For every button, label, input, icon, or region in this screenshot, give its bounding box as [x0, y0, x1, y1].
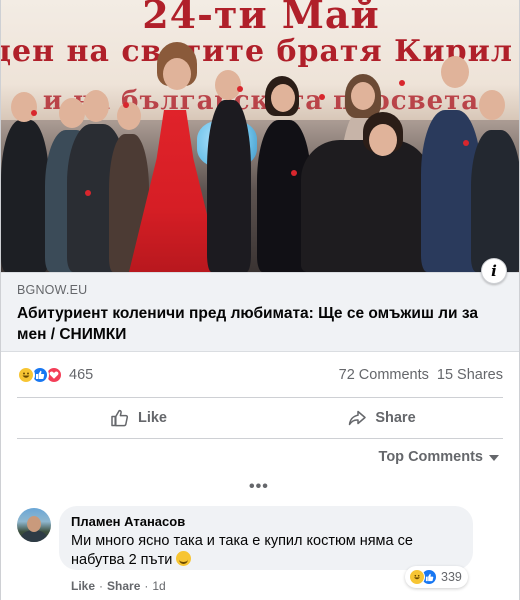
- comments-sort-dropdown[interactable]: Top Comments: [379, 449, 499, 465]
- link-domain: BGNOW.EU: [17, 283, 88, 297]
- banner-text-line2: ден на светите братя Кирил и Методий: [1, 34, 519, 69]
- comments-count-link[interactable]: 72 Comments: [339, 367, 429, 383]
- more-options-icon[interactable]: •••: [249, 478, 269, 496]
- confetti: [319, 94, 325, 100]
- man-head: [369, 124, 397, 156]
- confetti: [237, 86, 243, 92]
- person-head: [215, 70, 241, 100]
- post-actions: Like Share: [17, 402, 503, 434]
- shares-count-link[interactable]: 15 Shares: [437, 367, 503, 383]
- person-silhouette: [471, 130, 519, 272]
- person-silhouette: [1, 120, 49, 272]
- reactions-count: 465: [69, 367, 94, 383]
- divider: [17, 397, 503, 398]
- comment-text-wrap: Ми много ясно така и така е купил костюм…: [71, 532, 461, 570]
- crowd-scene: [1, 42, 519, 272]
- comment-reactions[interactable]: 339: [405, 566, 468, 588]
- comments-sort-label: Top Comments: [378, 449, 483, 465]
- confetti: [123, 102, 129, 108]
- person-head: [11, 92, 37, 122]
- share-button[interactable]: Share: [260, 402, 503, 434]
- confetti: [291, 170, 297, 176]
- person-silhouette: [207, 100, 251, 272]
- thumbs-up-icon: [111, 409, 128, 427]
- haha-icon: [409, 569, 425, 585]
- girl-head: [163, 58, 191, 90]
- link-preview[interactable]: BGNOW.EU Абитуриент коленичи пред любима…: [1, 272, 519, 352]
- comment-reaction-count: 339: [441, 570, 462, 584]
- like-button[interactable]: Like: [17, 402, 260, 434]
- comment-author[interactable]: Пламен Атанасов: [71, 514, 461, 529]
- person-head: [117, 102, 141, 130]
- comment-like-link[interactable]: Like: [71, 579, 95, 593]
- comment-timestamp[interactable]: 1d: [152, 579, 165, 593]
- person-head: [441, 56, 469, 88]
- person-head: [83, 90, 109, 122]
- caret-down-icon: [489, 455, 499, 461]
- confetti: [463, 140, 469, 146]
- meta-separator: ·: [99, 579, 104, 593]
- share-arrow-icon: [349, 410, 367, 426]
- comment-text: Ми много ясно така и така е купил костюм…: [71, 533, 413, 568]
- meta-separator: ·: [144, 579, 149, 593]
- grinning-face-icon: [176, 551, 192, 566]
- haha-icon: [17, 366, 35, 384]
- person-head: [479, 90, 505, 120]
- person-head: [351, 82, 375, 110]
- reactions-summary: 465 72 Comments 15 Shares: [1, 360, 519, 390]
- commenter-avatar[interactable]: [17, 508, 51, 542]
- avatar-face: [27, 516, 41, 532]
- info-icon[interactable]: i: [481, 258, 507, 284]
- link-headline[interactable]: Абитуриент коленичи пред любимата: Ще се…: [17, 303, 487, 345]
- post-card: 24-ти Май ден на светите братя Кирил и М…: [0, 0, 520, 600]
- reactions-count-button[interactable]: 465: [17, 366, 93, 384]
- comment-share-link[interactable]: Share: [107, 579, 140, 593]
- comment-meta: Like · Share · 1d: [71, 579, 166, 593]
- banner-text-line1: 24-ти Май: [142, 0, 380, 37]
- kneeling-man: [301, 140, 431, 272]
- confetti: [31, 110, 37, 116]
- confetti: [85, 190, 91, 196]
- person-head: [59, 98, 85, 128]
- like-button-label: Like: [137, 410, 167, 426]
- divider: [17, 438, 503, 439]
- person-head: [271, 84, 295, 112]
- post-photo[interactable]: 24-ти Май ден на светите братя Кирил и М…: [1, 0, 519, 272]
- share-button-label: Share: [375, 410, 416, 426]
- comment-bubble: Пламен Атанасов Ми много ясно така и так…: [59, 506, 473, 570]
- confetti: [399, 80, 405, 86]
